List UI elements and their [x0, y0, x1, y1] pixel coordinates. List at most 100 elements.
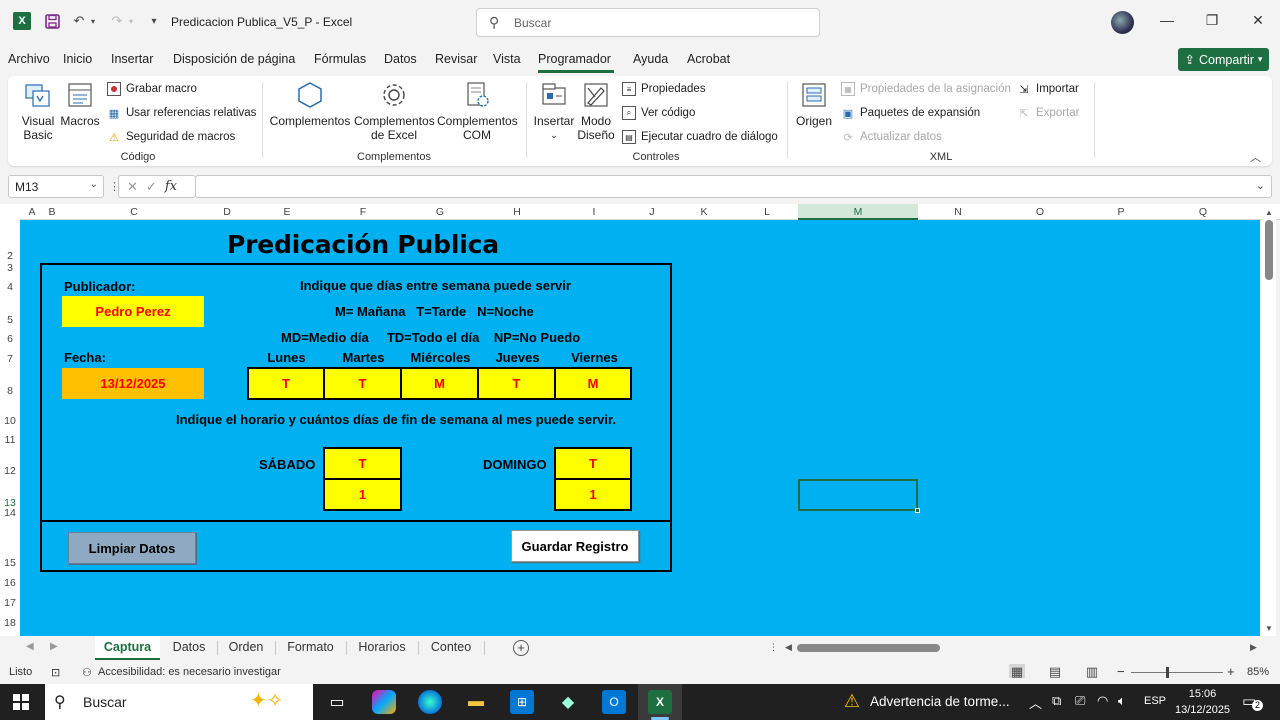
row-header[interactable]: 11 [0, 434, 20, 446]
macro-record-icon[interactable]: ⊡ [51, 666, 60, 679]
row-header[interactable]: 2 [0, 250, 20, 262]
redo-dropdown-icon[interactable]: ▾ [127, 12, 135, 30]
insert-function-icon[interactable]: fx [165, 179, 177, 194]
copilot-icon[interactable] [372, 690, 396, 714]
clock[interactable]: 15:06 13/12/2025 [1175, 686, 1230, 718]
guardar-registro-button[interactable]: Guardar Registro [511, 530, 639, 562]
zoom-out-icon[interactable]: − [1117, 664, 1125, 679]
fill-handle[interactable] [915, 508, 920, 513]
wifi-icon[interactable]: ◠ [1097, 693, 1108, 709]
scroll-up-icon[interactable]: ▲ [1265, 208, 1273, 217]
column-header[interactable]: O [1032, 206, 1048, 218]
column-header[interactable]: N [950, 206, 966, 218]
domingo-dias-cell[interactable]: 1 [554, 478, 632, 511]
sheet-tab-datos[interactable]: Datos [162, 636, 216, 660]
usar-referencias-button[interactable]: ▦ Usar referencias relativas [107, 106, 257, 120]
active-cell-m13[interactable] [798, 479, 920, 513]
row-header[interactable]: 16 [0, 577, 20, 589]
complementos-com-button[interactable]: Complementos COM [436, 80, 518, 142]
formula-input[interactable]: ⌄ [195, 175, 1272, 198]
exportar-button[interactable]: ⇱ Exportar [1017, 106, 1079, 120]
page-layout-view-icon[interactable]: ▤ [1047, 664, 1063, 679]
scroll-down-icon[interactable]: ▼ [1265, 624, 1273, 633]
vertical-scroll-thumb[interactable] [1265, 220, 1273, 280]
vertical-scrollbar[interactable]: ▲ ▼ [1262, 206, 1276, 636]
more-options-icon[interactable]: ⋮ [769, 642, 778, 653]
column-header[interactable]: I [586, 206, 602, 218]
excel-taskbar-icon[interactable]: X [648, 690, 672, 714]
app-icon[interactable]: ◆ [556, 690, 580, 714]
column-header[interactable]: A [24, 206, 40, 218]
row-header[interactable]: 10 [0, 415, 20, 427]
row-header[interactable]: 6 [0, 333, 20, 345]
tab-programador[interactable]: Programador [538, 52, 611, 66]
tab-ayuda[interactable]: Ayuda [633, 52, 668, 66]
row-header[interactable]: 18 [0, 617, 20, 629]
page-break-view-icon[interactable]: ▥ [1084, 664, 1100, 679]
complementos-excel-button[interactable]: Complementos de Excel [353, 80, 435, 142]
insertar-control-button[interactable]: Insertar ⌄ [534, 80, 574, 142]
tab-revisar[interactable]: Revisar [435, 52, 477, 66]
row-header[interactable]: 14 [0, 507, 20, 519]
normal-view-icon[interactable]: ▦ [1009, 664, 1025, 679]
add-sheet-icon[interactable]: + [513, 640, 529, 656]
restore-icon[interactable]: ❐ [1202, 12, 1222, 29]
column-header[interactable]: L [759, 206, 775, 218]
horizontal-scroll-thumb[interactable] [797, 644, 940, 652]
chevron-up-icon[interactable]: ︿ [1029, 693, 1042, 712]
origen-button[interactable]: Origen [794, 80, 834, 128]
accessibility-icon[interactable]: ⚇ [82, 666, 92, 679]
task-view-icon[interactable]: ▭ [325, 690, 349, 714]
taskbar-search[interactable]: ⚲ Buscar ✦✧ [45, 684, 313, 720]
limpiar-datos-button[interactable]: Limpiar Datos [68, 532, 196, 564]
save-icon[interactable] [43, 12, 61, 30]
column-header[interactable]: J [644, 206, 660, 218]
tab-vista[interactable]: Vista [493, 52, 521, 66]
domingo-horario-cell[interactable]: T [554, 447, 632, 480]
zoom-slider[interactable] [1131, 672, 1223, 673]
sheet-tab-captura[interactable]: Captura [95, 636, 160, 660]
ver-codigo-button[interactable]: ⌕ Ver código [622, 106, 695, 120]
tab-formulas[interactable]: Fórmulas [314, 52, 366, 66]
row-header[interactable]: 17 [0, 597, 20, 609]
notifications-icon[interactable]: ▭ 2 [1242, 692, 1263, 712]
sabado-horario-cell[interactable]: T [323, 447, 402, 480]
sheet-tab-formato[interactable]: Formato [277, 636, 344, 660]
publicador-cell[interactable]: Pedro Perez [62, 296, 204, 327]
tab-inicio[interactable]: Inicio [63, 52, 92, 66]
seguridad-macros-button[interactable]: ⚠ Seguridad de macros [107, 130, 235, 144]
importar-button[interactable]: ⇲ Importar [1017, 82, 1078, 96]
scroll-left-icon[interactable]: ◀ [785, 642, 792, 653]
tab-scroll-left-icon[interactable]: ◀ [26, 641, 34, 652]
row-header[interactable]: 8 [0, 385, 20, 397]
day-cell-viernes[interactable]: M [554, 367, 632, 400]
macros-button[interactable]: Macros [60, 80, 100, 128]
usb-icon[interactable]: ⎚ [1075, 693, 1085, 709]
propiedades-asignacion-button[interactable]: ▦ Propiedades de la asignación [841, 82, 1011, 96]
expand-formula-icon[interactable]: ⌄ [1256, 179, 1265, 192]
propiedades-button[interactable]: ≡ Propiedades [622, 82, 706, 96]
column-header[interactable]: D [219, 206, 235, 218]
cancel-icon[interactable]: ✕ [127, 179, 138, 195]
day-cell-miercoles[interactable]: M [400, 367, 479, 400]
language-indicator[interactable]: ESP [1144, 695, 1166, 707]
customize-toolbar-icon[interactable]: ▾ [145, 12, 163, 30]
sheet-tab-horarios[interactable]: Horarios [348, 636, 416, 660]
accessibility-status[interactable]: Accesibilidad: es necesario investigar [98, 666, 281, 678]
column-header[interactable]: H [509, 206, 525, 218]
day-cell-martes[interactable]: T [323, 367, 402, 400]
column-header[interactable]: E [279, 206, 295, 218]
zoom-level[interactable]: 85% [1247, 666, 1269, 678]
row-header[interactable]: 5 [0, 314, 20, 326]
edge-icon[interactable] [418, 690, 442, 714]
select-all-corner[interactable] [0, 206, 20, 220]
redo-icon[interactable]: ↷ [108, 12, 126, 30]
meet-icon[interactable]: ⧉ [1052, 693, 1061, 709]
sheet-tab-conteo[interactable]: Conteo [420, 636, 482, 660]
undo-dropdown-icon[interactable]: ▾ [89, 12, 97, 30]
row-header[interactable]: 12 [0, 465, 20, 477]
complementos-button[interactable]: Complementos [270, 80, 350, 128]
day-cell-lunes[interactable]: T [247, 367, 325, 400]
name-box[interactable]: M13 ⌄ [8, 175, 104, 198]
sheet-tab-orden[interactable]: Orden [219, 636, 273, 660]
